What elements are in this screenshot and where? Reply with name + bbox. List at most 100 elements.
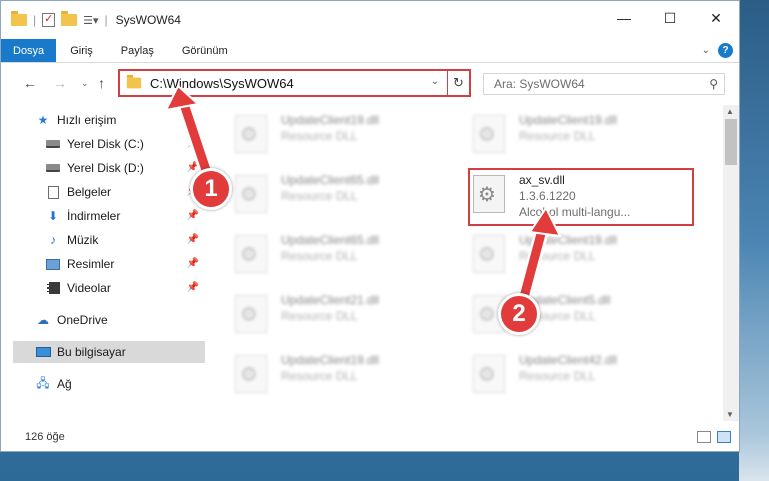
tab-home[interactable]: Giriş — [56, 39, 107, 62]
music-icon: ♪ — [50, 233, 56, 247]
sidebar-item-label: Müzik — [67, 233, 99, 247]
file-name: UpdateClient19.dll — [519, 113, 618, 127]
pin-icon[interactable]: 📌 — [187, 138, 199, 149]
folder-icon — [126, 74, 142, 89]
window-title: SysWOW64 — [115, 13, 181, 27]
back-arrow-icon[interactable]: ← — [23, 75, 37, 91]
file-type: Resource DLL — [519, 249, 596, 263]
tab-share[interactable]: Paylaş — [107, 39, 168, 62]
pin-icon[interactable]: 📌 — [187, 162, 199, 173]
list-item[interactable]: UpdateClient65.dll Resource DLL — [223, 169, 443, 221]
pin-icon[interactable]: 📌 — [187, 258, 199, 269]
sidebar-item-onedrive[interactable]: ☁ OneDrive — [35, 309, 205, 331]
sidebar-item-downloads[interactable]: ⬇ İndirmeler 📌 — [45, 205, 205, 227]
new-folder-icon[interactable] — [61, 11, 78, 26]
sidebar-item-label: İndirmeler — [67, 209, 121, 223]
tab-view[interactable]: Görünüm — [168, 39, 242, 62]
tiles-view-icon[interactable] — [717, 431, 731, 443]
status-bar: 126 öğe — [1, 425, 739, 451]
properties-icon[interactable] — [42, 12, 56, 27]
list-item[interactable]: UpdateClient65.dll Resource DLL — [223, 229, 443, 281]
sidebar-item-label: Resimler — [67, 257, 115, 271]
dll-file-icon — [473, 115, 505, 153]
sidebar-item-music[interactable]: ♪ Müzik 📌 — [45, 229, 205, 251]
list-item[interactable]: UpdateClient5.dll Resource DLL — [461, 289, 681, 341]
scrollbar-thumb[interactable] — [725, 119, 737, 165]
file-type: Resource DLL — [281, 189, 358, 203]
sidebar-item-documents[interactable]: Belgeler 📌 — [45, 181, 205, 203]
forward-arrow-icon[interactable]: → — [53, 75, 67, 91]
folder-icon — [11, 11, 27, 26]
pin-icon[interactable]: 📌 — [187, 210, 199, 221]
details-view-icon[interactable] — [697, 431, 711, 443]
dll-file-icon — [235, 235, 267, 273]
sidebar-item-label: Yerel Disk (C:) — [67, 137, 144, 151]
dll-file-icon — [473, 355, 505, 393]
list-item[interactable]: UpdateClient19.dll Resource DLL — [461, 109, 681, 161]
video-icon — [46, 282, 60, 294]
list-item[interactable]: UpdateClient42.dll Resource DLL — [461, 349, 681, 401]
sidebar-item-label: Hızlı erişim — [57, 113, 117, 127]
scroll-down-icon[interactable]: ▼ — [726, 410, 734, 419]
file-name: UpdateClient42.dll — [519, 353, 618, 367]
sidebar-item-network[interactable]: 🖧 Ağ — [35, 373, 205, 395]
expand-ribbon-icon[interactable]: ⌄ — [702, 45, 710, 56]
dll-file-icon — [473, 235, 505, 273]
list-item[interactable]: UpdateClient19.dll Resource DLL — [461, 229, 681, 281]
sidebar-item-local-disk-c[interactable]: Yerel Disk (C:) 📌 — [45, 133, 205, 155]
desktop-background — [739, 0, 769, 481]
sidebar-item-this-pc[interactable]: Bu bilgisayar — [13, 341, 205, 363]
list-item[interactable]: UpdateClient19.dll Resource DLL — [223, 349, 443, 401]
pin-icon[interactable]: 📌 — [187, 282, 199, 293]
item-count: 126 öğe — [25, 431, 65, 443]
file-name: UpdateClient65.dll — [281, 233, 380, 247]
vertical-scrollbar[interactable]: ▲ ▼ — [723, 105, 739, 421]
computer-icon — [35, 347, 51, 357]
maximize-button[interactable]: ☐ — [647, 1, 693, 35]
sidebar-item-videos[interactable]: Videolar 📌 — [45, 277, 205, 299]
address-bar[interactable]: C:\Windows\SysWOW64 ⌄ ↻ — [118, 69, 471, 97]
customize-toolbar-icon[interactable]: ☰▾ — [83, 14, 98, 27]
minimize-button[interactable]: — — [601, 1, 647, 35]
pictures-icon — [46, 258, 60, 270]
file-list: UpdateClient19.dll Resource DLL UpdateCl… — [211, 105, 721, 421]
dll-file-icon — [235, 115, 267, 153]
sidebar-item-local-disk-d[interactable]: Yerel Disk (D:) 📌 — [45, 157, 205, 179]
drive-icon — [46, 140, 60, 148]
list-item[interactable]: UpdateClient19.dll Resource DLL — [223, 109, 443, 161]
address-dropdown-icon[interactable]: ⌄ — [431, 76, 439, 87]
search-input[interactable] — [494, 77, 694, 91]
window-controls: — ☐ ✕ — [601, 1, 739, 35]
dll-file-icon — [235, 295, 267, 333]
toolbar-separator: | — [33, 13, 37, 27]
star-icon: ★ — [37, 113, 49, 127]
file-type: Resource DLL — [281, 309, 358, 323]
pin-icon[interactable]: 📌 — [187, 234, 199, 245]
file-name: UpdateClient21.dll — [281, 293, 380, 307]
recent-locations-icon[interactable]: ⌄ — [81, 78, 89, 89]
search-box[interactable]: ⚲ — [483, 73, 725, 95]
address-path[interactable]: C:\Windows\SysWOW64 — [150, 76, 294, 91]
step-badge-1: 1 — [190, 168, 232, 210]
cloud-icon: ☁ — [37, 313, 49, 327]
tab-file[interactable]: Dosya — [1, 39, 57, 62]
document-icon — [47, 185, 59, 199]
navigation-bar: ← → ⌄ ↑ C:\Windows\SysWOW64 ⌄ ↻ ⚲ — [1, 63, 739, 103]
drive-icon — [46, 164, 60, 172]
search-icon[interactable]: ⚲ — [709, 77, 718, 91]
scroll-up-icon[interactable]: ▲ — [726, 107, 734, 116]
dll-file-icon — [235, 355, 267, 393]
list-item[interactable]: UpdateClient21.dll Resource DLL — [223, 289, 443, 341]
sidebar-item-pictures[interactable]: Resimler 📌 — [45, 253, 205, 275]
file-explorer-window: | ☰▾ | SysWOW64 — ☐ ✕ Dosya Giriş Paylaş… — [0, 0, 740, 452]
sidebar-item-quick-access[interactable]: ★ Hızlı erişim — [35, 109, 205, 131]
up-arrow-icon[interactable]: ↑ — [98, 75, 105, 91]
title-bar: | ☰▾ | SysWOW64 — ☐ ✕ — [1, 1, 739, 39]
file-name: UpdateClient19.dll — [519, 233, 618, 247]
help-icon[interactable]: ? — [718, 43, 733, 58]
network-icon: 🖧 — [36, 375, 50, 390]
file-name: UpdateClient19.dll — [281, 353, 380, 367]
highlight-box — [468, 168, 694, 226]
refresh-icon[interactable]: ↻ — [447, 71, 469, 95]
close-button[interactable]: ✕ — [693, 1, 739, 35]
